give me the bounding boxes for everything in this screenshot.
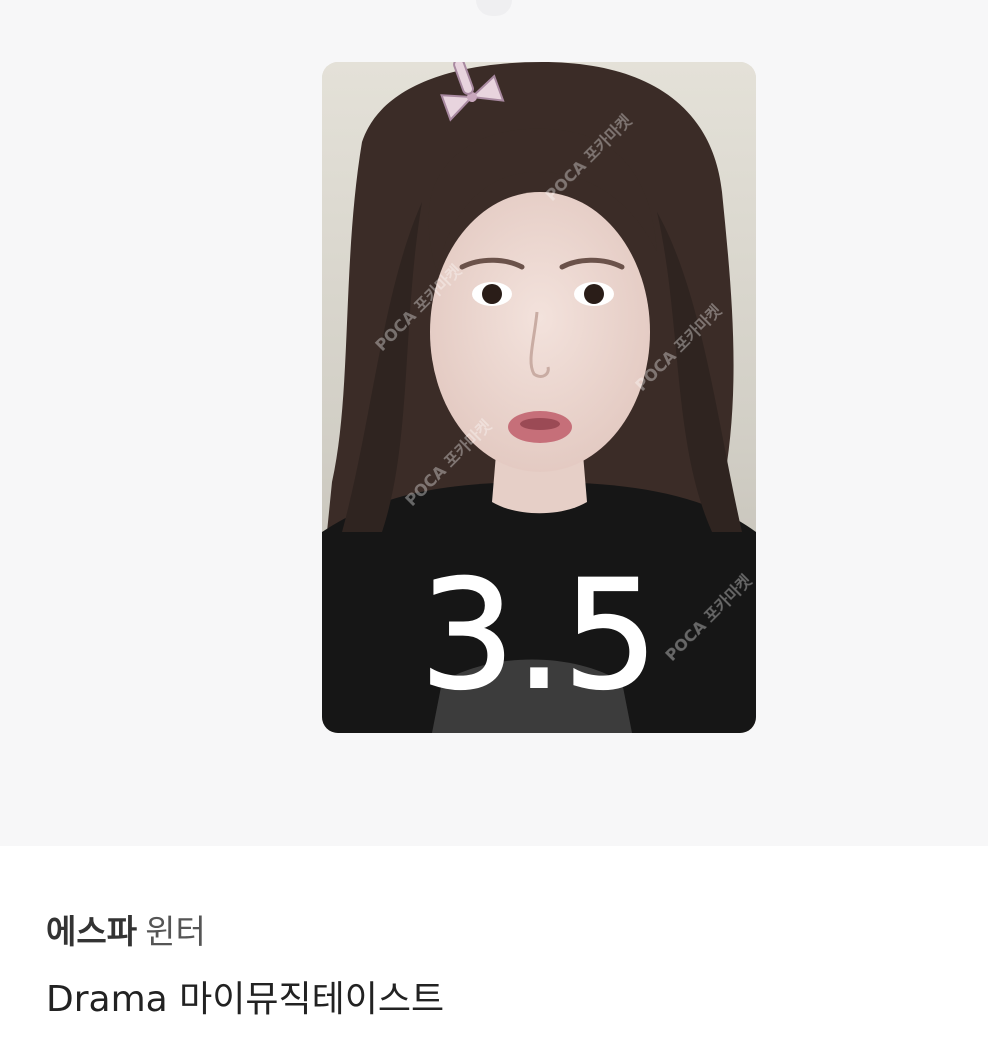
artist-line: 에스파 윈터 — [46, 912, 206, 952]
photo-viewer: POCA 포카마켓 POCA 포카마켓 POCA 포카마켓 POCA 포카마켓 … — [0, 0, 988, 846]
photocard-illustration: POCA 포카마켓 POCA 포카마켓 POCA 포카마켓 POCA 포카마켓 … — [322, 62, 756, 733]
group-name[interactable]: 에스파 — [46, 912, 137, 951]
photocard-image[interactable]: POCA 포카마켓 POCA 포카마켓 POCA 포카마켓 POCA 포카마켓 … — [322, 62, 756, 733]
member-name[interactable]: 윈터 — [145, 912, 206, 951]
price-overlay-text: 3.5 — [420, 549, 659, 723]
sheet-handle[interactable] — [476, 0, 512, 16]
item-title: Drama 마이뮤직테이스트 — [46, 979, 445, 1020]
